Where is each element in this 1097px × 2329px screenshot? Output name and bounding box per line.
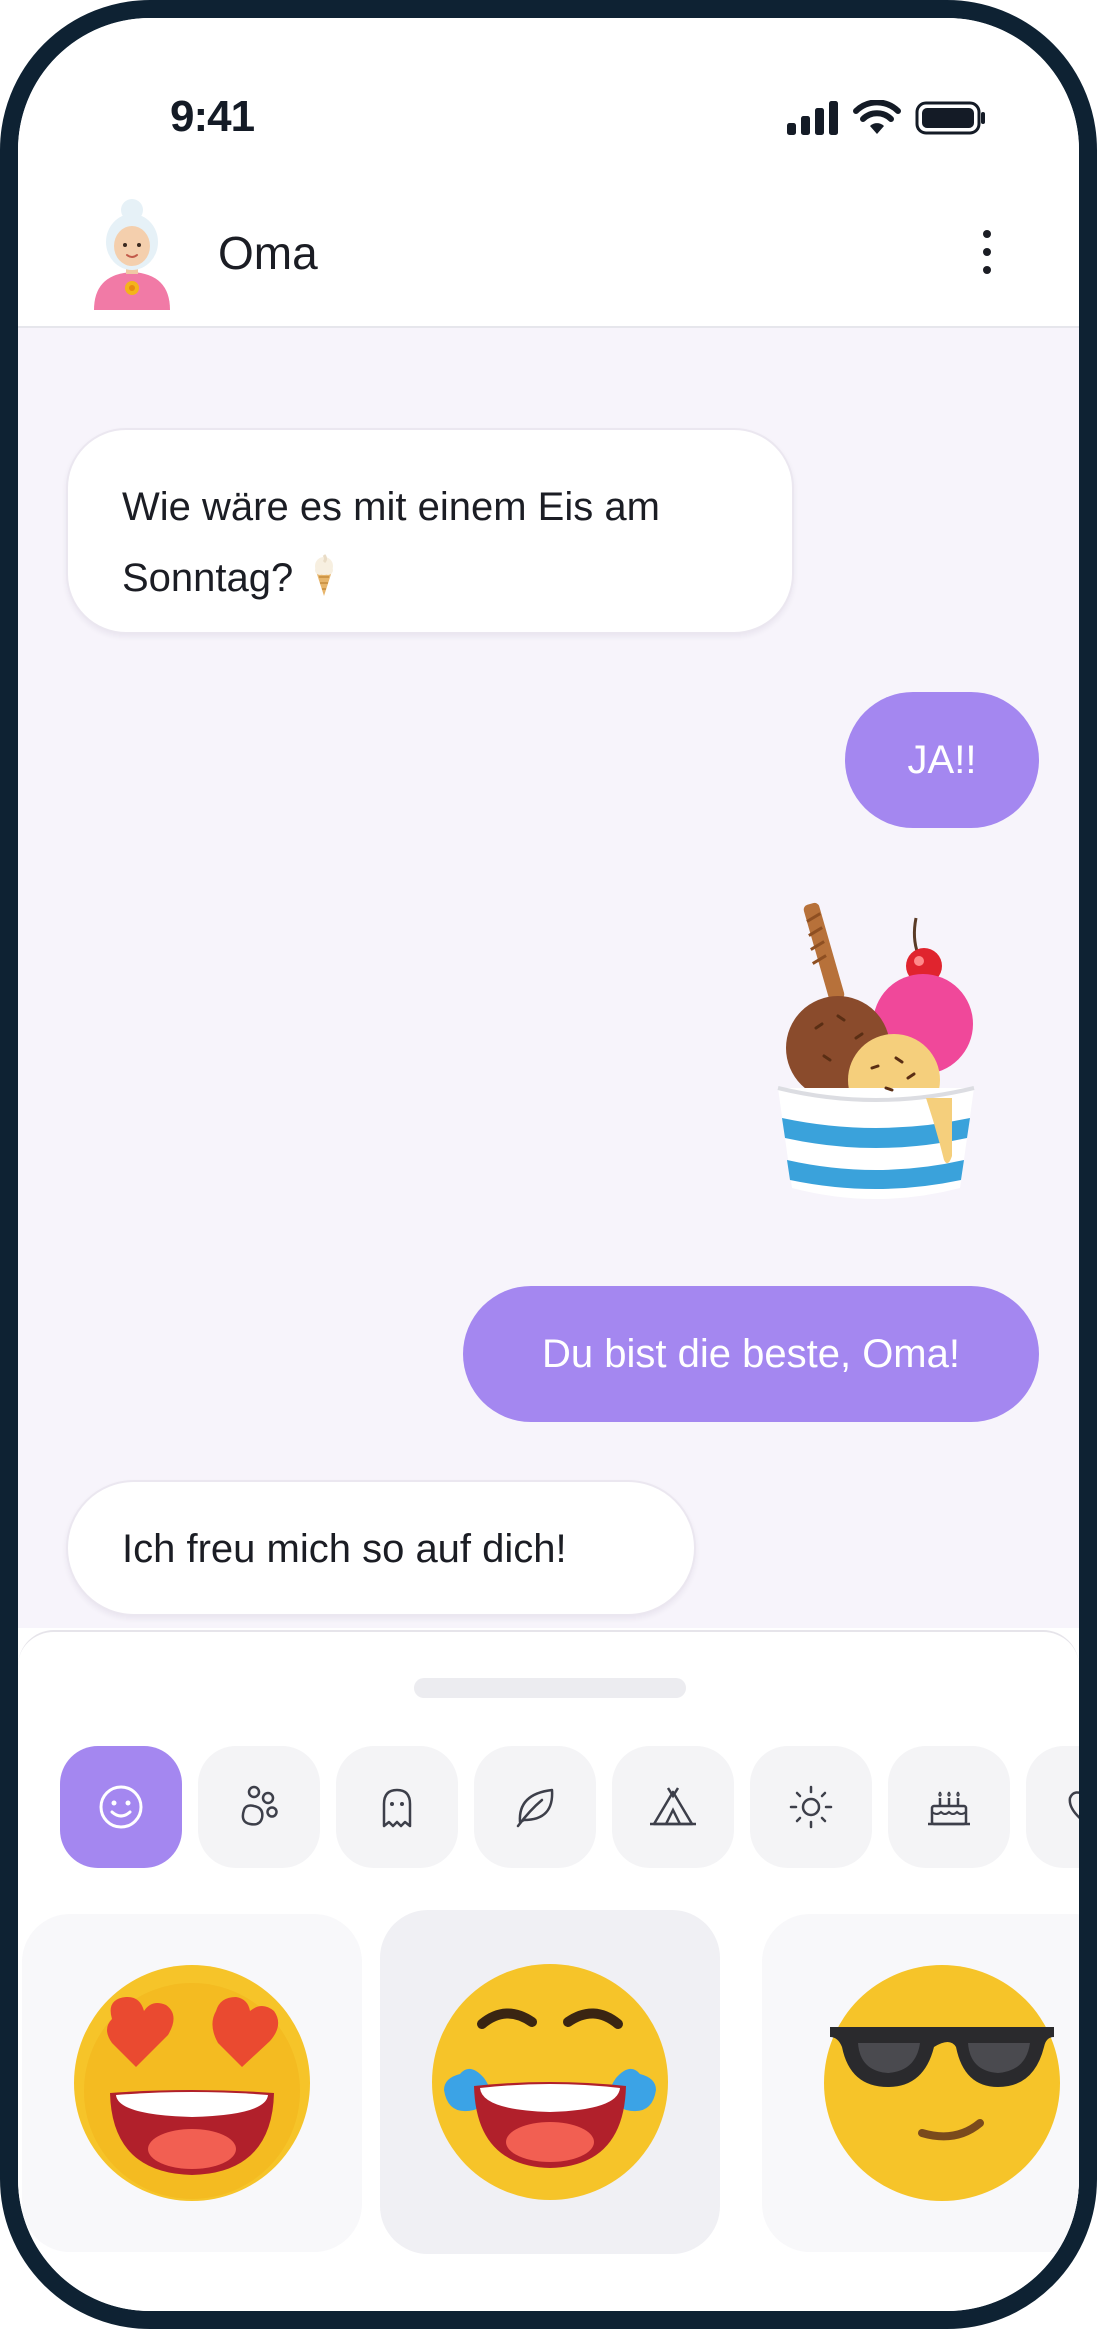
heart-eyes-emoji [74, 1965, 310, 2201]
tab-ghost[interactable] [336, 1746, 458, 1868]
message-text: Wie wäre es mit einem Eis am [122, 485, 660, 529]
grandma-avatar[interactable] [84, 198, 180, 310]
message-incoming[interactable]: Ich freu mich so auf dich! [66, 1480, 696, 1616]
ice-cream-cone-icon [315, 554, 334, 596]
emoji-category-tabs [60, 1746, 1079, 1870]
tears-of-joy-emoji [432, 1964, 668, 2200]
tab-celebration[interactable] [888, 1746, 1010, 1868]
tab-weather[interactable] [750, 1746, 872, 1868]
sticker-card-selected[interactable] [380, 1910, 720, 2254]
status-icons [787, 100, 987, 136]
tab-love[interactable] [1026, 1746, 1079, 1868]
sun-icon [789, 1785, 833, 1829]
message-text: Sonntag? [122, 556, 294, 600]
sticker-card[interactable] [22, 1914, 362, 2252]
cake-icon [928, 1791, 970, 1826]
phone-frame: 9:41 Oma Wie wäre es mit einem Eis am So… [0, 0, 1097, 2329]
chat-header: Oma [18, 178, 1079, 328]
sunglasses-emoji [824, 1965, 1060, 2201]
contact-name[interactable]: Oma [218, 226, 318, 280]
tent-icon [650, 1787, 696, 1826]
signal-icon [787, 101, 838, 135]
message-incoming[interactable]: Wie wäre es mit einem Eis am Sonntag? [66, 428, 794, 634]
tab-nature[interactable] [474, 1746, 596, 1868]
sticker-card[interactable] [762, 1914, 1079, 2252]
sheet-drag-handle[interactable] [414, 1678, 686, 1698]
tab-smiley[interactable] [60, 1746, 182, 1868]
message-text: JA!! [907, 738, 977, 782]
ghost-icon [382, 1788, 412, 1828]
smiley-icon [99, 1785, 143, 1829]
message-text: Ich freu mich so auf dich! [122, 1527, 567, 1571]
wifi-icon [853, 100, 901, 134]
emoji-picker-sheet [18, 1630, 1079, 2311]
message-outgoing[interactable]: Du bist die beste, Oma! [463, 1286, 1039, 1422]
heart-icon [1068, 1791, 1079, 1819]
tab-animals[interactable] [198, 1746, 320, 1868]
leaf-icon [516, 1788, 554, 1828]
ice-cream-sundae-sticker[interactable] [776, 898, 996, 1208]
message-outgoing[interactable]: JA!! [845, 692, 1039, 828]
tab-travel[interactable] [612, 1746, 734, 1868]
status-time: 9:41 [170, 92, 255, 141]
status-bar: 9:41 [18, 18, 1079, 188]
sticker-grid [18, 1910, 1079, 2270]
battery-icon [915, 101, 985, 135]
message-text: Du bist die beste, Oma! [542, 1332, 960, 1376]
paw-icon [241, 1785, 278, 1826]
chat-area[interactable]: Wie wäre es mit einem Eis am Sonntag? JA… [18, 328, 1079, 1628]
more-options-icon[interactable] [975, 226, 999, 278]
